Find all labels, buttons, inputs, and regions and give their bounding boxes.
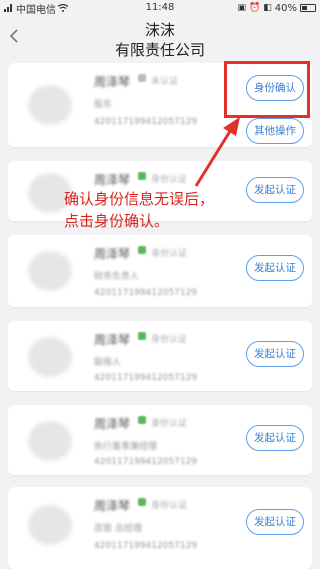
member-name: 周泽琴 <box>94 75 131 89</box>
member-id-number: 420117199412057129 <box>94 457 198 467</box>
member-card: 周泽琴 身份认证 财务负责人 420117199412057129 发起认证 <box>8 235 312 307</box>
clock: 11:48 <box>145 2 175 13</box>
auth-status-icon <box>138 172 146 180</box>
auth-status: 未认证 <box>151 77 179 87</box>
member-card: 周泽琴 身份认证 联络人 420117199412057129 发起认证 <box>8 321 312 391</box>
start-auth-button[interactable]: 发起认证 <box>246 509 304 535</box>
page-title-line1: 沫沫 <box>144 21 175 39</box>
avatar <box>28 421 72 461</box>
other-actions-button[interactable]: 其他操作 <box>246 118 304 144</box>
auth-status-icon <box>138 246 146 254</box>
member-role: 执行董事兼经理 <box>94 442 158 452</box>
member-id-number: 420117199412057129 <box>94 541 198 551</box>
avatar <box>28 251 72 291</box>
member-card: 周泽琴 身份认证 执行董事兼经理 420117199412057129 发起认证 <box>8 405 312 475</box>
auth-status-icon <box>138 416 146 424</box>
highlight-box <box>224 61 310 118</box>
avatar <box>28 505 72 545</box>
member-name: 周泽琴 <box>94 247 131 261</box>
member-name: 周泽琴 <box>94 417 131 431</box>
auth-status-icon <box>138 498 146 506</box>
page-title-line2: 有限责任公司 <box>114 41 205 59</box>
instruction-note: 确认身份信息无误后， 点击身份确认。 <box>64 188 214 232</box>
member-name: 周泽琴 <box>94 499 131 513</box>
auth-status: 身份认证 <box>151 501 188 511</box>
auth-status: 身份认证 <box>151 249 188 259</box>
start-auth-button[interactable]: 发起认证 <box>246 177 304 203</box>
member-id-number: 420117199412057129 <box>94 117 198 127</box>
start-auth-button[interactable]: 发起认证 <box>246 425 304 451</box>
auth-status: 身份认证 <box>151 335 188 345</box>
member-name: 周泽琴 <box>94 173 131 187</box>
member-role: 股东 <box>94 100 113 110</box>
status-bar: 中国电信 11:48 ▣ ⏰ ◧ 40% <box>0 0 320 16</box>
member-role: 财务负责人 <box>94 272 140 282</box>
nav-header: 沫沫 有限责任公司 <box>0 16 320 62</box>
member-name: 周泽琴 <box>94 333 131 347</box>
member-role: 联络人 <box>94 358 122 368</box>
auth-status-icon <box>138 332 146 340</box>
screen: 中国电信 11:48 ▣ ⏰ ◧ 40% 沫沫 有限责任公司 周泽琴 未认证 股… <box>0 0 320 569</box>
auth-status-icon <box>138 74 146 82</box>
member-id-number: 420117199412057129 <box>94 288 198 298</box>
member-role: 高管 总经理 <box>94 524 142 534</box>
instruction-line2: 点击身份确认。 <box>64 212 170 230</box>
avatar <box>28 337 72 377</box>
auth-status: 身份认证 <box>151 175 188 185</box>
member-id-number: 420117199412057129 <box>94 373 198 383</box>
battery-icon <box>300 4 316 12</box>
avatar <box>28 85 72 125</box>
instruction-line1: 确认身份信息无误后， <box>64 190 215 208</box>
start-auth-button[interactable]: 发起认证 <box>246 255 304 281</box>
start-auth-button[interactable]: 发起认证 <box>246 341 304 367</box>
auth-status: 身份认证 <box>151 419 188 429</box>
member-card: 周泽琴 身份认证 高管 总经理 420117199412057129 发起认证 <box>8 487 312 569</box>
